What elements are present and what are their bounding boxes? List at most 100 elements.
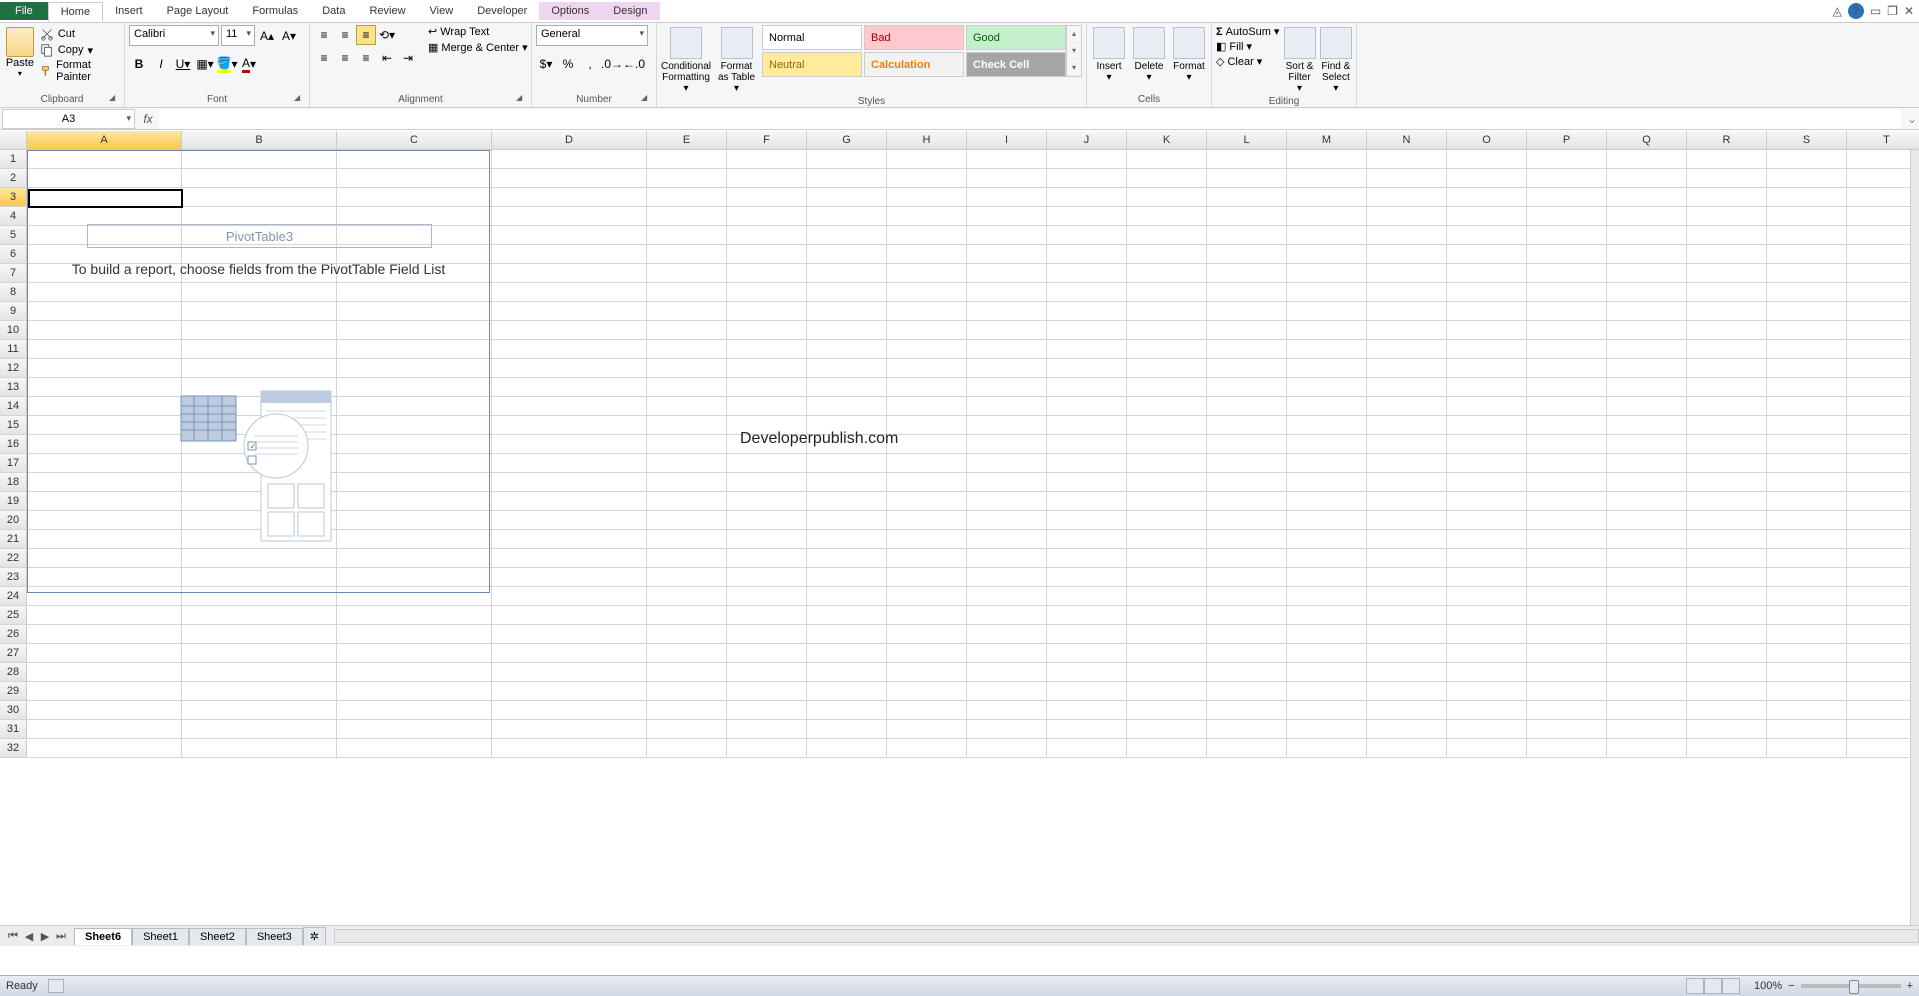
row-header-28[interactable]: 28 (0, 663, 27, 681)
align-center-button[interactable]: ≡ (335, 48, 355, 68)
column-header-E[interactable]: E (647, 131, 727, 149)
column-header-M[interactable]: M (1287, 131, 1367, 149)
row-header-23[interactable]: 23 (0, 568, 27, 586)
normal-view-button[interactable] (1686, 978, 1704, 994)
row-header-15[interactable]: 15 (0, 416, 27, 434)
row-header-31[interactable]: 31 (0, 720, 27, 738)
find-select-button[interactable]: Find & Select▾ (1320, 25, 1352, 94)
row-header-17[interactable]: 17 (0, 454, 27, 472)
row-header-21[interactable]: 21 (0, 530, 27, 548)
insert-cells-button[interactable]: Insert▾ (1091, 25, 1127, 83)
data-tab[interactable]: Data (310, 2, 357, 20)
conditional-formatting-button[interactable]: Conditional Formatting ▾ (661, 25, 711, 94)
align-bottom-button[interactable]: ≡ (356, 25, 376, 45)
row-header-5[interactable]: 5 (0, 226, 27, 244)
clipboard-dialog-launcher[interactable]: ◢ (109, 93, 121, 105)
sheet-tab-sheet6[interactable]: Sheet6 (74, 928, 132, 945)
merge-center-button[interactable]: ▦Merge & Center ▾ (428, 41, 528, 54)
row-header-19[interactable]: 19 (0, 492, 27, 510)
number-format-combo[interactable]: General (536, 25, 648, 46)
row-header-1[interactable]: 1 (0, 150, 27, 168)
column-header-H[interactable]: H (887, 131, 967, 149)
row-header-7[interactable]: 7 (0, 264, 27, 282)
row-header-18[interactable]: 18 (0, 473, 27, 491)
row-header-10[interactable]: 10 (0, 321, 27, 339)
percent-format-button[interactable]: % (558, 54, 578, 74)
align-left-button[interactable]: ≡ (314, 48, 334, 68)
format-painter-button[interactable]: Format Painter (40, 59, 120, 83)
fill-color-button[interactable]: 🪣▾ (217, 54, 237, 74)
row-header-11[interactable]: 11 (0, 340, 27, 358)
window-minimize-icon[interactable]: ▭ (1870, 4, 1881, 18)
styles-more-button[interactable]: ▾ (1067, 59, 1081, 76)
styles-scroll-up[interactable]: ▴ (1067, 26, 1081, 43)
wrap-text-button[interactable]: ↩Wrap Text (428, 25, 528, 38)
formulas-tab[interactable]: Formulas (240, 2, 310, 20)
options-tab[interactable]: Options (539, 2, 601, 20)
row-header-9[interactable]: 9 (0, 302, 27, 320)
decrease-decimal-button[interactable]: ←.0 (624, 54, 644, 74)
column-header-K[interactable]: K (1127, 131, 1207, 149)
zoom-slider[interactable] (1801, 984, 1901, 988)
column-header-L[interactable]: L (1207, 131, 1287, 149)
row-header-27[interactable]: 27 (0, 644, 27, 662)
row-header-14[interactable]: 14 (0, 397, 27, 415)
row-header-20[interactable]: 20 (0, 511, 27, 529)
align-right-button[interactable]: ≡ (356, 48, 376, 68)
row-header-22[interactable]: 22 (0, 549, 27, 567)
orientation-button[interactable]: ⟲▾ (377, 25, 397, 45)
row-header-6[interactable]: 6 (0, 245, 27, 263)
column-header-N[interactable]: N (1367, 131, 1447, 149)
column-header-J[interactable]: J (1047, 131, 1127, 149)
column-header-O[interactable]: O (1447, 131, 1527, 149)
column-header-A[interactable]: A (27, 131, 182, 149)
name-box[interactable]: A3 (2, 109, 135, 129)
row-header-16[interactable]: 16 (0, 435, 27, 453)
delete-cells-button[interactable]: Delete▾ (1131, 25, 1167, 83)
review-tab[interactable]: Review (357, 2, 417, 20)
style-normal[interactable]: Normal (762, 25, 862, 50)
help-icon[interactable]: ? (1848, 3, 1864, 19)
font-name-combo[interactable]: Calibri (129, 25, 219, 46)
developer-tab[interactable]: Developer (465, 2, 539, 20)
sheet-nav-next[interactable]: ▶ (38, 930, 52, 943)
format-cells-button[interactable]: Format▾ (1171, 25, 1207, 83)
window-restore-icon[interactable]: ❐ (1887, 4, 1898, 18)
row-header-13[interactable]: 13 (0, 378, 27, 396)
sheet-tab-sheet2[interactable]: Sheet2 (189, 928, 246, 945)
row-header-2[interactable]: 2 (0, 169, 27, 187)
decrease-indent-button[interactable]: ⇤ (377, 48, 397, 68)
style-neutral[interactable]: Neutral (762, 52, 862, 77)
minimize-ribbon-icon[interactable]: ◬ (1833, 4, 1842, 18)
column-header-B[interactable]: B (182, 131, 337, 149)
row-header-30[interactable]: 30 (0, 701, 27, 719)
insert-tab[interactable]: Insert (103, 2, 155, 20)
row-header-25[interactable]: 25 (0, 606, 27, 624)
font-dialog-launcher[interactable]: ◢ (294, 93, 306, 105)
underline-button[interactable]: U▾ (173, 54, 193, 74)
column-header-T[interactable]: T (1847, 131, 1919, 149)
sheet-tab-sheet1[interactable]: Sheet1 (132, 928, 189, 945)
paste-button[interactable]: Paste ▾ (4, 25, 36, 78)
column-header-P[interactable]: P (1527, 131, 1607, 149)
font-color-button[interactable]: A▾ (239, 54, 259, 74)
increase-font-size-button[interactable]: A▴ (257, 26, 277, 46)
select-all-corner[interactable] (0, 131, 27, 149)
design-tab[interactable]: Design (601, 2, 659, 20)
styles-scroll-down[interactable]: ▾ (1067, 43, 1081, 60)
style-calculation[interactable]: Calculation (864, 52, 964, 77)
formula-expand-button[interactable]: ⌄ (1905, 112, 1919, 126)
sort-filter-button[interactable]: Sort & Filter▾ (1283, 25, 1315, 94)
column-header-D[interactable]: D (492, 131, 647, 149)
column-header-F[interactable]: F (727, 131, 807, 149)
column-header-R[interactable]: R (1687, 131, 1767, 149)
font-size-combo[interactable]: 11 (221, 25, 255, 46)
column-header-S[interactable]: S (1767, 131, 1847, 149)
accounting-format-button[interactable]: $▾ (536, 54, 556, 74)
row-header-26[interactable]: 26 (0, 625, 27, 643)
row-header-8[interactable]: 8 (0, 283, 27, 301)
zoom-out-button[interactable]: − (1788, 980, 1794, 992)
row-header-24[interactable]: 24 (0, 587, 27, 605)
page-layout-view-button[interactable] (1704, 978, 1722, 994)
formula-input[interactable] (159, 109, 1901, 129)
